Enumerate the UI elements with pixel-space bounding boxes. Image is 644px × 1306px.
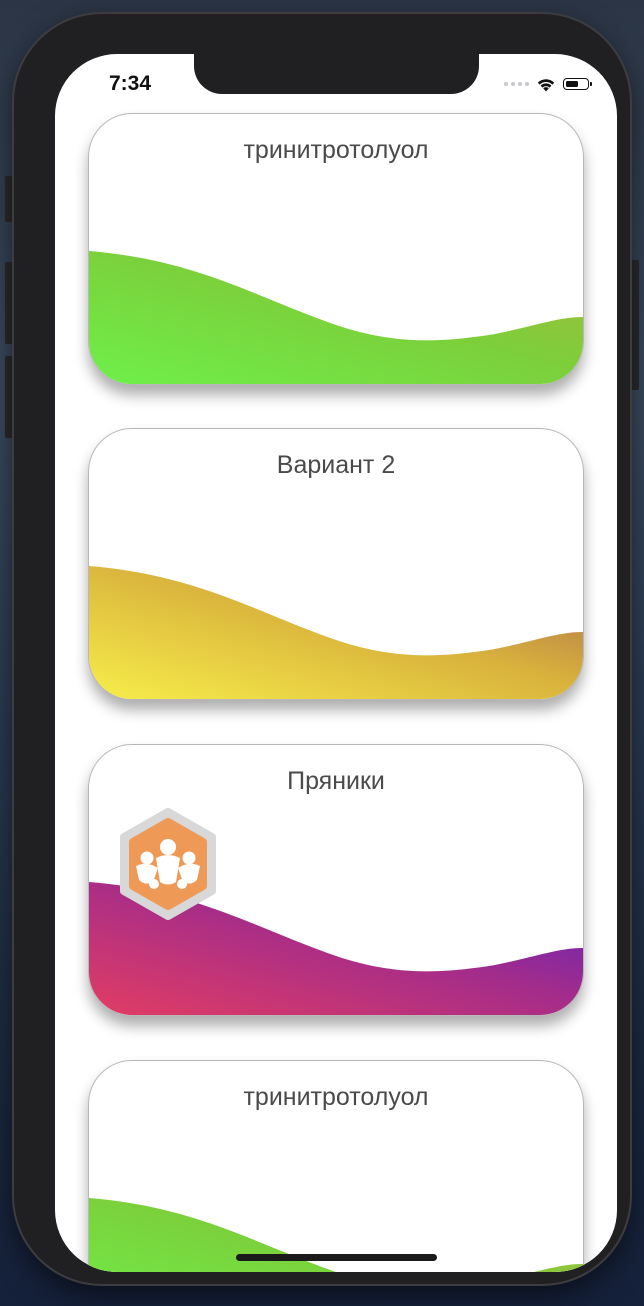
card-list[interactable]: тринитротолуол Вариант 2 Пряники тринитр… — [55, 54, 617, 1272]
mute-switch — [5, 176, 14, 222]
screen: 7:34 тринитротолуол Вариант 2 Пряники тр… — [55, 54, 617, 1272]
home-indicator[interactable] — [236, 1254, 437, 1261]
card-title: Вариант 2 — [276, 451, 396, 479]
status-time: 7:34 — [109, 72, 152, 95]
card-title: тринитротолуол — [243, 136, 429, 164]
card[interactable]: тринитротолуол — [88, 113, 584, 385]
battery-icon — [563, 78, 592, 90]
wifi-icon — [537, 78, 555, 91]
notch — [194, 54, 479, 94]
card[interactable]: тринитротолуол — [88, 1060, 584, 1272]
device-frame: 7:34 тринитротолуол Вариант 2 Пряники тр… — [14, 14, 630, 1284]
card-title: тринитротолуол — [243, 1083, 429, 1111]
cellular-signal-icon — [504, 82, 529, 86]
people-cluster-icon[interactable] — [116, 808, 220, 920]
volume-down-button — [5, 356, 14, 438]
status-indicators — [504, 75, 592, 93]
card-title: Пряники — [287, 767, 385, 795]
card[interactable]: Вариант 2 — [88, 428, 584, 700]
volume-up-button — [5, 262, 14, 344]
power-button — [630, 260, 639, 390]
